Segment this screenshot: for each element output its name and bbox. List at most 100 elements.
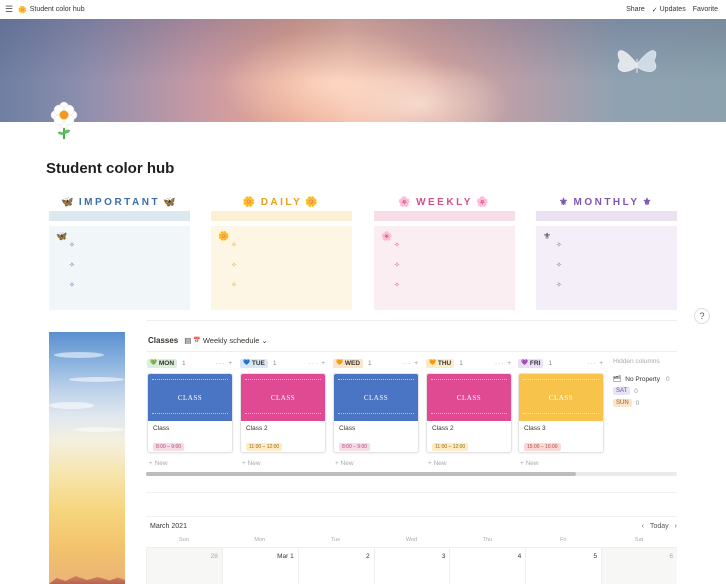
hidden-column-sat[interactable]: SAT 0 [613, 387, 679, 395]
bullet-item[interactable]: ✧ [231, 261, 237, 269]
bullet-item[interactable]: ✧ [69, 241, 75, 249]
column-header[interactable]: 🧡 WED 1 ··· + [333, 357, 419, 369]
time-tag: 15:00 – 16:00 [524, 443, 561, 451]
weekday-label: Thu [482, 537, 493, 543]
new-card-button[interactable]: + New [335, 460, 354, 467]
calendar-header: March 2021 ‹ Today › [150, 523, 677, 530]
cherry-blossom-icon: 🌸 [475, 196, 491, 208]
time-tag: 8:00 – 9:00 [153, 443, 185, 451]
page-title[interactable]: Student color hub [46, 160, 174, 177]
calendar-day[interactable]: 28 [146, 548, 222, 584]
new-card-button[interactable]: + New [520, 460, 539, 467]
divider [146, 516, 677, 517]
column-actions[interactable]: ··· + [587, 360, 604, 367]
horizontal-scrollbar[interactable] [146, 472, 677, 476]
column-actions[interactable]: ··· + [402, 360, 419, 367]
class-card[interactable]: CLASS Class 3 15:00 – 16:00 [518, 373, 604, 453]
weekday-label: Sun [179, 537, 189, 543]
classes-header: Classes ▤ 📅 Weekly schedule ⌄ [148, 336, 268, 345]
scrollbar-thumb[interactable] [146, 472, 576, 476]
section-important[interactable]: 🦋 IMPORTANT 🦋 🦋 ✧ ✧ ✧ [49, 193, 190, 310]
column-actions[interactable]: ··· + [309, 360, 326, 367]
calendar-month: March 2021 [150, 523, 187, 530]
updates-button[interactable]: ✓ Updates [652, 6, 686, 14]
hidden-column-no-property[interactable]: 🗂 No Property 0 [613, 375, 679, 384]
class-card[interactable]: CLASS Class 8:00 – 9:00 [333, 373, 419, 453]
calendar-day[interactable]: 2 [297, 548, 374, 584]
new-card-button[interactable]: + New [149, 460, 168, 467]
bullet-item[interactable]: ✧ [394, 241, 400, 249]
bullet-item[interactable]: ✧ [556, 241, 562, 249]
hamburger-icon[interactable]: ☰ [0, 4, 18, 15]
calendar-day[interactable]: 5 [525, 548, 601, 584]
column-header[interactable]: 💜 FRI 1 ··· + [518, 357, 604, 369]
section-body[interactable]: 🌼 ✧ ✧ ✧ [211, 226, 352, 310]
help-button[interactable]: ? [694, 308, 710, 324]
cover-text: CLASS [363, 393, 389, 402]
bullet-item[interactable]: ✧ [69, 281, 75, 289]
butterfly-icon: 🦋 [60, 196, 76, 208]
section-weekly[interactable]: 🌸 WEEKLY 🌸 🌸 ✧ ✧ ✧ [374, 193, 515, 310]
column-actions[interactable]: ··· + [495, 360, 512, 367]
sat-tag: SAT [613, 387, 631, 395]
column-header[interactable]: 🧡 THU 1 ··· + [426, 357, 512, 369]
board-view-tab[interactable]: ▤ 📅 Weekly schedule ⌄ [184, 336, 267, 345]
hidden-column-sun[interactable]: SUN 0 [613, 399, 679, 407]
view-label: Weekly schedule [202, 336, 260, 345]
day-tag: 💜 FRI [518, 358, 544, 368]
card-count: 1 [182, 359, 186, 367]
new-card-button[interactable]: + New [242, 460, 261, 467]
bullet-item[interactable]: ✧ [231, 241, 237, 249]
board-column-wed: 🧡 WED 1 ··· + CLASS Class 8:00 – 9:00 + New [333, 357, 419, 467]
heart-icon: 🧡 [336, 360, 343, 366]
calendar-day[interactable]: 4 [449, 548, 525, 584]
favorite-button[interactable]: Favorite [693, 6, 718, 13]
class-card[interactable]: CLASS Class 2 11:00 – 12:00 [426, 373, 512, 453]
card-count: 1 [368, 359, 372, 367]
chevron-right-icon[interactable]: › [675, 523, 677, 530]
share-button[interactable]: Share [626, 6, 645, 13]
column-header[interactable]: 💙 TUE 1 ··· + [240, 357, 326, 369]
bullet-item[interactable]: ✧ [556, 281, 562, 289]
day-label: FRI [529, 359, 541, 367]
chevron-down-icon: ⌄ [261, 336, 268, 345]
section-body[interactable]: 🦋 ✧ ✧ ✧ [49, 226, 190, 310]
calendar-emoji-icon: 📅 [193, 338, 201, 344]
no-property-label: No Property [625, 375, 660, 383]
breadcrumb[interactable]: 🌼 Student color hub [18, 6, 85, 14]
top-bar: ☰ 🌼 Student color hub Share ✓ Updates Fa… [0, 0, 726, 19]
column-header[interactable]: 💚 MON 1 ··· + [147, 357, 233, 369]
bullet-item[interactable]: ✧ [69, 261, 75, 269]
cover-text: CLASS [456, 393, 482, 402]
calendar-day[interactable]: 6 [601, 548, 677, 584]
count: 0 [665, 375, 670, 383]
section-body[interactable]: 🌸 ✧ ✧ ✧ [374, 226, 515, 310]
today-button[interactable]: Today [650, 523, 669, 530]
divider [146, 492, 677, 493]
flower-icon: 🌼 [218, 231, 230, 241]
calendar-day[interactable]: 3 [373, 548, 450, 584]
bullet-item[interactable]: ✧ [394, 281, 400, 289]
column-actions[interactable]: ··· + [216, 360, 233, 367]
new-card-button[interactable]: + New [428, 460, 447, 467]
bullet-item[interactable]: ✧ [231, 281, 237, 289]
bullet-item[interactable]: ✧ [556, 261, 562, 269]
card-title: Class [153, 425, 170, 432]
class-card[interactable]: CLASS Class 8:00 – 9:00 [147, 373, 233, 453]
daisy-flower-icon[interactable] [47, 101, 81, 141]
section-header: 🌸 WEEKLY 🌸 [374, 193, 515, 211]
cover-text: CLASS [177, 393, 203, 402]
chevron-left-icon[interactable]: ‹ [642, 523, 644, 530]
class-card[interactable]: CLASS Class 2 11:00 – 12:00 [240, 373, 326, 453]
cover-image[interactable] [0, 19, 726, 122]
database-title[interactable]: Classes [148, 336, 178, 345]
fleur-de-lis-icon: ⚜ [642, 196, 654, 208]
count: 0 [634, 387, 638, 395]
section-monthly[interactable]: ⚜ MONTHLY ⚜ ⚜ ✧ ✧ ✧ [536, 193, 677, 310]
day-tag: 💚 MON [147, 358, 178, 368]
calendar-day[interactable]: Mar 1 [221, 548, 298, 584]
section-body[interactable]: ⚜ ✧ ✧ ✧ [536, 226, 677, 310]
bullet-item[interactable]: ✧ [394, 261, 400, 269]
flower-icon: 🌼 [305, 196, 321, 208]
section-daily[interactable]: 🌼 DAILY 🌼 🌼 ✧ ✧ ✧ [211, 193, 352, 310]
